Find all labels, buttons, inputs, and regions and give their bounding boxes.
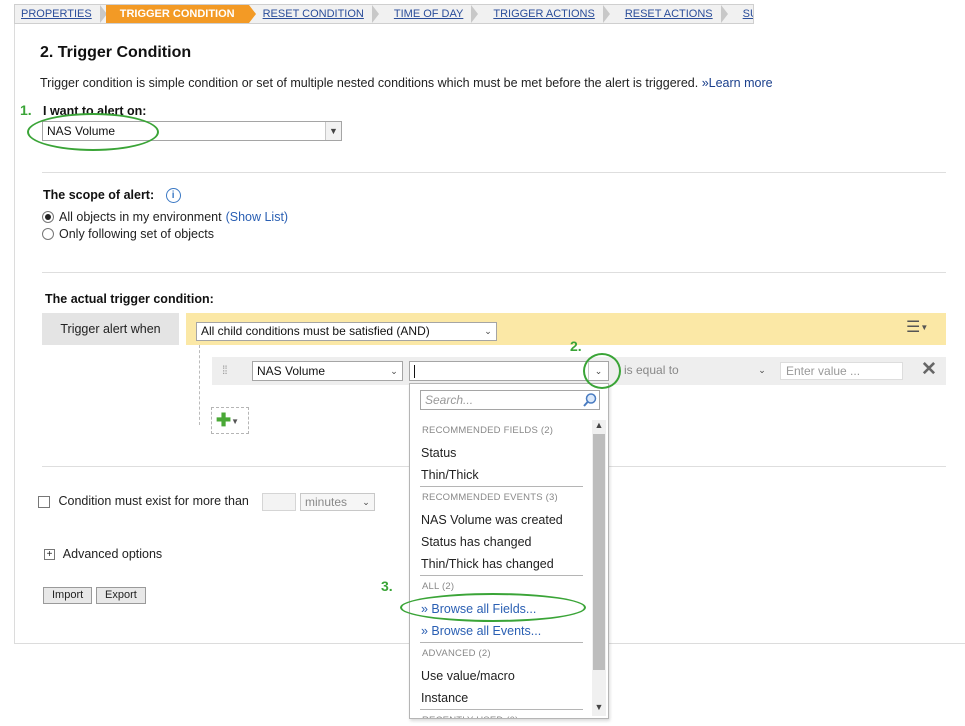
scope-option-following-label: Only following set of objects xyxy=(59,227,214,241)
field-search-input[interactable]: Search... xyxy=(420,390,600,410)
duration-row: Condition must exist for more than xyxy=(38,494,249,508)
duration-unit-value: minutes xyxy=(305,495,348,509)
group-header: RECOMMENDED EVENTS (3) xyxy=(422,492,558,503)
divider xyxy=(42,272,946,273)
chevron-down-icon: ▼ xyxy=(325,122,341,140)
dropdown-scrollbar[interactable]: ▲ ▼ xyxy=(592,420,606,716)
option-nas-volume-created[interactable]: NAS Volume was created xyxy=(410,509,593,531)
group-header: ADVANCED (2) xyxy=(422,648,491,659)
option-instance[interactable]: Instance xyxy=(410,687,593,709)
condition-field-select[interactable]: ⌄ xyxy=(409,361,609,381)
scroll-down-icon[interactable]: ▼ xyxy=(592,702,606,716)
drag-handle-icon[interactable]: ⁞⁞ xyxy=(222,363,228,377)
scope-option-all-label: All objects in my environment xyxy=(59,210,222,224)
field-options-list: RECOMMENDED FIELDS (2) Status Thin/Thick… xyxy=(410,420,593,718)
trigger-heading: The actual trigger condition: xyxy=(45,292,214,306)
group-header: RECOMMENDED FIELDS (2) xyxy=(422,425,554,436)
option-thin-thick[interactable]: Thin/Thick xyxy=(410,464,593,486)
intro-description: Trigger condition is simple condition or… xyxy=(40,76,699,90)
group-header: RECENTLY USED (0) xyxy=(410,710,593,718)
duration-checkbox[interactable] xyxy=(38,495,50,508)
duration-unit-select[interactable]: minutes ⌄ xyxy=(300,493,375,511)
radio-unselected[interactable] xyxy=(42,228,54,240)
caret-down-icon: ▼ xyxy=(231,416,240,426)
condition-operator-select[interactable]: is equal to ⌄ xyxy=(620,361,770,381)
scrollbar-thumb[interactable] xyxy=(593,434,605,670)
tree-connector xyxy=(199,345,200,425)
advanced-options-toggle[interactable]: + Advanced options xyxy=(44,547,162,561)
expand-icon: + xyxy=(44,549,55,561)
option-use-value-macro[interactable]: Use value/macro xyxy=(410,665,593,687)
wizard-step-trigger-condition[interactable]: TRIGGER CONDITION xyxy=(105,5,256,23)
intro-text: Trigger condition is simple condition or… xyxy=(40,76,773,90)
info-icon[interactable]: i xyxy=(165,188,181,204)
scope-option-following[interactable]: Only following set of objects xyxy=(42,227,214,241)
wizard-step-trigger-actions[interactable]: TRIGGER ACTIONS xyxy=(477,5,611,23)
divider xyxy=(42,172,946,173)
annotation-number-2: 2. xyxy=(570,338,582,354)
wizard-step-summary[interactable]: SUMMARY xyxy=(727,5,753,23)
scope-label-text: The scope of alert: xyxy=(43,188,155,202)
logic-select[interactable]: All child conditions must be satisfied (… xyxy=(196,322,497,341)
annotation-number-1: 1. xyxy=(20,102,32,118)
condition-operator-value: is equal to xyxy=(624,363,679,377)
scope-label: The scope of alert: i xyxy=(43,188,181,204)
caret-down-icon: ▼ xyxy=(920,323,929,332)
scroll-up-icon[interactable]: ▲ xyxy=(592,420,606,434)
scope-option-all[interactable]: All objects in my environment (Show List… xyxy=(42,210,288,224)
option-status[interactable]: Status xyxy=(410,442,593,464)
export-button[interactable]: Export xyxy=(96,587,146,604)
chevron-down-icon: ⌄ xyxy=(758,365,766,375)
show-list-link[interactable]: (Show List) xyxy=(226,210,289,224)
duration-label: Condition must exist for more than xyxy=(58,494,249,508)
search-icon[interactable] xyxy=(582,392,598,408)
advanced-options-label: Advanced options xyxy=(62,547,163,561)
wizard-step-reset-actions[interactable]: RESET ACTIONS xyxy=(609,5,728,23)
wizard-step-time-of-day[interactable]: TIME OF DAY xyxy=(378,5,479,23)
annotation-number-3: 3. xyxy=(381,578,393,594)
logic-select-value: All child conditions must be satisfied (… xyxy=(201,324,430,338)
trigger-when-label: Trigger alert when xyxy=(42,313,179,345)
field-dropdown-popup: Search... RECOMMENDED FIELDS (2) Status … xyxy=(409,383,609,719)
remove-condition-icon[interactable]: ✕ xyxy=(921,360,937,380)
chevron-down-icon: ⌄ xyxy=(362,497,370,507)
learn-more-link[interactable]: »Learn more xyxy=(702,76,773,90)
annotation-ring-3 xyxy=(400,593,586,622)
import-button[interactable]: Import xyxy=(43,587,93,604)
condition-group-bar: All child conditions must be satisfied (… xyxy=(186,313,946,345)
text-cursor xyxy=(414,365,415,379)
chevron-down-icon: ⌄ xyxy=(386,362,402,380)
annotation-ring-2 xyxy=(583,353,621,389)
browse-all-events-link[interactable]: » Browse all Events... xyxy=(410,620,593,642)
option-thin-thick-changed[interactable]: Thin/Thick has changed xyxy=(410,553,593,575)
field-search-placeholder: Search... xyxy=(425,393,474,407)
plus-icon: ✚ xyxy=(216,410,232,430)
radio-selected[interactable] xyxy=(42,211,54,223)
wizard-step-reset-condition[interactable]: RESET CONDITION xyxy=(249,5,380,23)
add-condition-button[interactable]: ✚▼ xyxy=(211,407,249,434)
condition-value-input[interactable]: Enter value ... xyxy=(780,362,903,380)
annotation-ring-1 xyxy=(27,113,159,151)
wizard-step-properties[interactable]: PROPERTIES xyxy=(15,5,107,23)
page-title: 2. Trigger Condition xyxy=(40,44,192,61)
wizard-steps: PROPERTIES TRIGGER CONDITION RESET CONDI… xyxy=(14,4,754,24)
duration-input[interactable] xyxy=(262,493,296,511)
option-status-changed[interactable]: Status has changed xyxy=(410,531,593,553)
condition-object-select[interactable]: NAS Volume ⌄ xyxy=(252,361,403,381)
group-menu-button[interactable]: ☰▼ xyxy=(906,320,940,338)
menu-icon: ☰ xyxy=(906,319,921,337)
condition-object-value: NAS Volume xyxy=(257,364,326,378)
chevron-down-icon: ⌄ xyxy=(480,323,496,340)
